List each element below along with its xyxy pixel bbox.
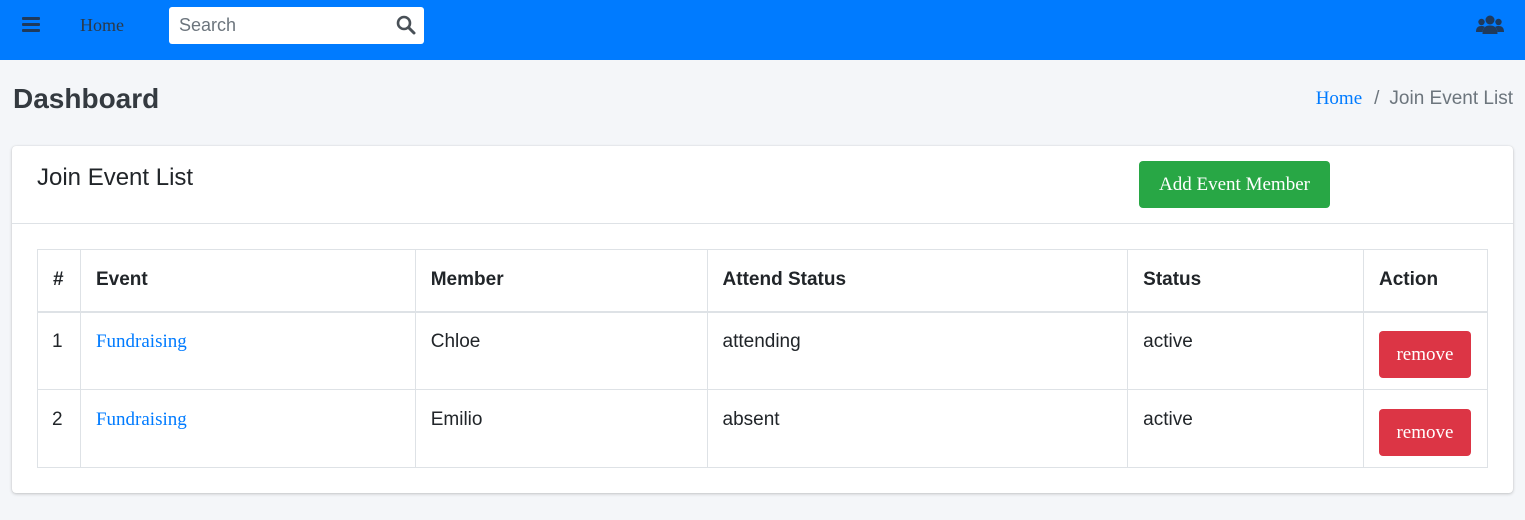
- event-cell: Fundraising: [79, 389, 416, 468]
- table-header-row: # Event Member Attend Status Status Acti…: [37, 249, 1489, 313]
- attend-status-cell: attending: [706, 311, 1129, 390]
- action-cell: remove: [1362, 389, 1489, 468]
- column-header-action: Action: [1362, 249, 1489, 313]
- status-cell: active: [1127, 311, 1364, 390]
- row-number: 1: [52, 330, 63, 352]
- breadcrumb-home-link[interactable]: Home: [1316, 88, 1362, 110]
- event-cell: Fundraising: [79, 311, 416, 390]
- breadcrumb-current: Join Event List: [1389, 88, 1513, 109]
- join-event-card: Join Event List Add Event Member # Event…: [12, 146, 1513, 493]
- table-row: 1 Fundraising Chloe attending active rem…: [37, 311, 1489, 390]
- column-header-attend-status: Attend Status: [706, 249, 1129, 313]
- card-header: Join Event List Add Event Member: [12, 146, 1513, 224]
- column-header-status: Status: [1127, 249, 1364, 313]
- table-row: 2 Fundraising Emilio absent active remov…: [37, 389, 1489, 468]
- search-input[interactable]: [169, 7, 389, 44]
- attend-status-cell: absent: [706, 389, 1129, 468]
- hamburger-menu-icon[interactable]: [22, 17, 40, 33]
- event-link[interactable]: Fundraising: [96, 331, 187, 352]
- add-event-member-button[interactable]: Add Event Member: [1139, 161, 1330, 208]
- nav-home-link[interactable]: Home: [80, 15, 124, 36]
- search-box: [169, 7, 424, 44]
- breadcrumb-separator: /: [1374, 88, 1380, 109]
- status: active: [1143, 330, 1193, 352]
- member-name: Emilio: [430, 408, 483, 430]
- card-title: Join Event List: [37, 164, 194, 191]
- status: active: [1143, 408, 1193, 430]
- remove-button[interactable]: remove: [1378, 331, 1471, 379]
- attend-status: absent: [722, 408, 780, 430]
- search-icon[interactable]: [396, 15, 416, 35]
- attend-status: attending: [722, 330, 801, 352]
- join-event-table: # Event Member Attend Status Status Acti…: [37, 249, 1489, 468]
- breadcrumb: Home / Join Event List: [1316, 88, 1513, 110]
- column-header-number: #: [37, 249, 81, 313]
- row-number: 2: [52, 408, 63, 430]
- event-link[interactable]: Fundraising: [96, 409, 187, 430]
- users-icon[interactable]: [1476, 14, 1504, 36]
- action-cell: remove: [1362, 311, 1489, 390]
- member-name: Chloe: [430, 330, 481, 352]
- remove-button[interactable]: remove: [1378, 409, 1471, 456]
- row-number-cell: 2: [37, 389, 81, 468]
- status-cell: active: [1127, 389, 1364, 468]
- row-number-cell: 1: [37, 311, 81, 390]
- member-cell: Chloe: [414, 311, 708, 390]
- column-header-member: Member: [414, 249, 708, 313]
- page-title: Dashboard: [13, 83, 160, 114]
- column-header-event: Event: [79, 249, 416, 313]
- top-navbar: Home: [0, 0, 1525, 60]
- member-cell: Emilio: [414, 389, 708, 468]
